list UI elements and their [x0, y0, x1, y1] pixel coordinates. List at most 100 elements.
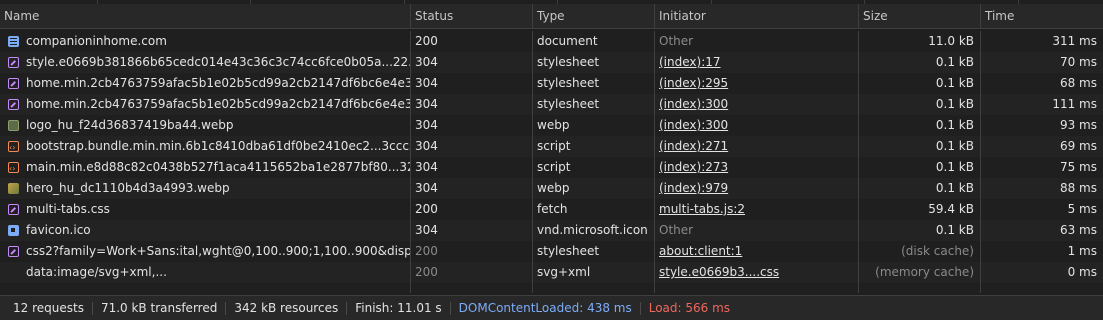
- size-text: (memory cache): [875, 265, 974, 279]
- cell-name[interactable]: hero_hu_dc1110b4d3a4993.webp: [0, 178, 411, 199]
- time-text: 70 ms: [1059, 55, 1097, 69]
- request-row[interactable]: bootstrap.bundle.min.min.6b1c8410dba61df…: [0, 136, 1103, 157]
- initiator-link[interactable]: style.e0669b3....css: [659, 265, 779, 279]
- status-text: 200: [415, 244, 438, 258]
- time-text: 68 ms: [1059, 76, 1097, 90]
- time-text: 93 ms: [1059, 118, 1097, 132]
- cell-name[interactable]: bootstrap.bundle.min.min.6b1c8410dba61df…: [0, 136, 411, 157]
- cell-size: 0.1 kB: [859, 73, 981, 94]
- column-header-initiator[interactable]: Initiator: [655, 4, 859, 28]
- time-text: 0 ms: [1067, 265, 1097, 279]
- cell-time: 5 ms: [981, 199, 1103, 220]
- request-row[interactable]: css2?family=Work+Sans:ital,wght@0,100..9…: [0, 241, 1103, 262]
- cell-size: (memory cache): [859, 262, 981, 283]
- cell-size: 0.1 kB: [859, 94, 981, 115]
- script-icon: [8, 158, 19, 178]
- name-text: logo_hu_f24d36837419ba44.webp: [26, 118, 234, 132]
- initiator-link[interactable]: multi-tabs.js:2: [659, 202, 745, 216]
- cell-name[interactable]: favicon.ico: [0, 220, 411, 241]
- cell-type: stylesheet: [533, 241, 655, 262]
- size-text: 0.1 kB: [935, 97, 974, 111]
- name-text: multi-tabs.css: [26, 202, 110, 216]
- size-text: 59.4 kB: [928, 202, 974, 216]
- initiator-link[interactable]: (index):271: [659, 139, 728, 153]
- cell-size: 0.1 kB: [859, 136, 981, 157]
- request-row[interactable]: home.min.2cb4763759afac5b1e02b5cd99a2cb2…: [0, 73, 1103, 94]
- cell-name[interactable]: style.e0669b381866b65cedc014e43c36c3c74c…: [0, 52, 411, 73]
- size-text: 0.1 kB: [935, 139, 974, 153]
- cell-name[interactable]: home.min.2cb4763759afac5b1e02b5cd99a2cb2…: [0, 94, 411, 115]
- cell-name[interactable]: companioninhome.com: [0, 31, 411, 52]
- cell-time: 111 ms: [981, 94, 1103, 115]
- initiator-link[interactable]: about:client:1: [659, 244, 742, 258]
- request-row[interactable]: home.min.2cb4763759afac5b1e02b5cd99a2cb2…: [0, 94, 1103, 115]
- status-text: 200: [415, 202, 438, 216]
- cell-status: 304: [411, 178, 533, 199]
- cell-name[interactable]: css2?family=Work+Sans:ital,wght@0,100..9…: [0, 241, 411, 262]
- cell-status: 200: [411, 31, 533, 52]
- cell-status: 304: [411, 115, 533, 136]
- cell-initiator: (index):300: [655, 94, 859, 115]
- status-text: 304: [415, 118, 438, 132]
- blank-icon: [8, 267, 19, 278]
- request-row[interactable]: multi-tabs.css 200 fetch multi-tabs.js:2 59.…: [0, 199, 1103, 220]
- cell-name[interactable]: multi-tabs.css: [0, 199, 411, 220]
- initiator-link[interactable]: (index):273: [659, 160, 728, 174]
- request-row[interactable]: logo_hu_f24d36837419ba44.webp 304 webp (ind…: [0, 115, 1103, 136]
- cell-name[interactable]: home.min.2cb4763759afac5b1e02b5cd99a2cb2…: [0, 73, 411, 94]
- cell-type: webp: [533, 178, 655, 199]
- cell-initiator: (index):295: [655, 73, 859, 94]
- type-text: stylesheet: [537, 97, 600, 111]
- cell-status: 304: [411, 136, 533, 157]
- cell-initiator: about:client:1: [655, 241, 859, 262]
- size-text: 0.1 kB: [935, 160, 974, 174]
- request-row[interactable]: hero_hu_dc1110b4d3a4993.webp 304 webp (inde…: [0, 178, 1103, 199]
- type-text: stylesheet: [537, 76, 600, 90]
- type-text: stylesheet: [537, 55, 600, 69]
- cell-initiator: Other: [655, 31, 859, 52]
- column-header-name[interactable]: Name: [0, 4, 411, 28]
- stylesheet-icon: [8, 246, 19, 257]
- cell-initiator: (index):17: [655, 52, 859, 73]
- cell-initiator: (index):271: [655, 136, 859, 157]
- cell-status: 304: [411, 157, 533, 178]
- column-header-type[interactable]: Type: [533, 4, 655, 28]
- initiator-link[interactable]: (index):295: [659, 76, 728, 90]
- status-text: 304: [415, 76, 438, 90]
- cell-status: 200: [411, 199, 533, 220]
- request-row[interactable]: favicon.ico 304 vnd.microsoft.icon Other 0.1…: [0, 220, 1103, 241]
- column-header-status[interactable]: Status: [411, 4, 533, 28]
- name-text: style.e0669b381866b65cedc014e43c36c3c74c…: [26, 55, 411, 69]
- type-text: script: [537, 139, 571, 153]
- cell-name[interactable]: logo_hu_f24d36837419ba44.webp: [0, 115, 411, 136]
- time-text: 69 ms: [1059, 139, 1097, 153]
- time-text: 1 ms: [1067, 244, 1097, 258]
- cell-status: 304: [411, 73, 533, 94]
- type-text: script: [537, 160, 571, 174]
- column-header-time[interactable]: Time: [981, 4, 1103, 28]
- initiator-link[interactable]: (index):979: [659, 181, 728, 195]
- cell-type: script: [533, 136, 655, 157]
- cell-name[interactable]: data:image/svg+xml,...: [0, 262, 411, 283]
- initiator-link[interactable]: (index):300: [659, 97, 728, 111]
- request-row[interactable]: companioninhome.com 200 document Other 11.0 …: [0, 31, 1103, 52]
- cell-type: script: [533, 157, 655, 178]
- initiator-link[interactable]: (index):17: [659, 55, 721, 69]
- status-text: 304: [415, 181, 438, 195]
- request-row[interactable]: style.e0669b381866b65cedc014e43c36c3c74c…: [0, 52, 1103, 73]
- network-summary-bar: 12 requests 71.0 kB transferred 342 kB r…: [0, 295, 1103, 320]
- request-row[interactable]: data:image/svg+xml,... 200 svg+xml style.e0…: [0, 262, 1103, 283]
- resources-size: 342 kB resources: [226, 301, 348, 315]
- cell-initiator: style.e0669b3....css: [655, 262, 859, 283]
- initiator-link[interactable]: (index):300: [659, 118, 728, 132]
- cell-name[interactable]: main.min.e8d88c82c0438b527f1aca4115652ba…: [0, 157, 411, 178]
- column-header-size[interactable]: Size: [859, 4, 981, 28]
- cell-time: 68 ms: [981, 73, 1103, 94]
- cell-initiator: Other: [655, 220, 859, 241]
- name-text: hero_hu_dc1110b4d3a4993.webp: [26, 181, 230, 195]
- time-text: 63 ms: [1059, 223, 1097, 237]
- name-text: css2?family=Work+Sans:ital,wght@0,100..9…: [26, 244, 411, 258]
- request-row[interactable]: main.min.e8d88c82c0438b527f1aca4115652ba…: [0, 157, 1103, 178]
- cell-size: 0.1 kB: [859, 52, 981, 73]
- cell-time: 70 ms: [981, 52, 1103, 73]
